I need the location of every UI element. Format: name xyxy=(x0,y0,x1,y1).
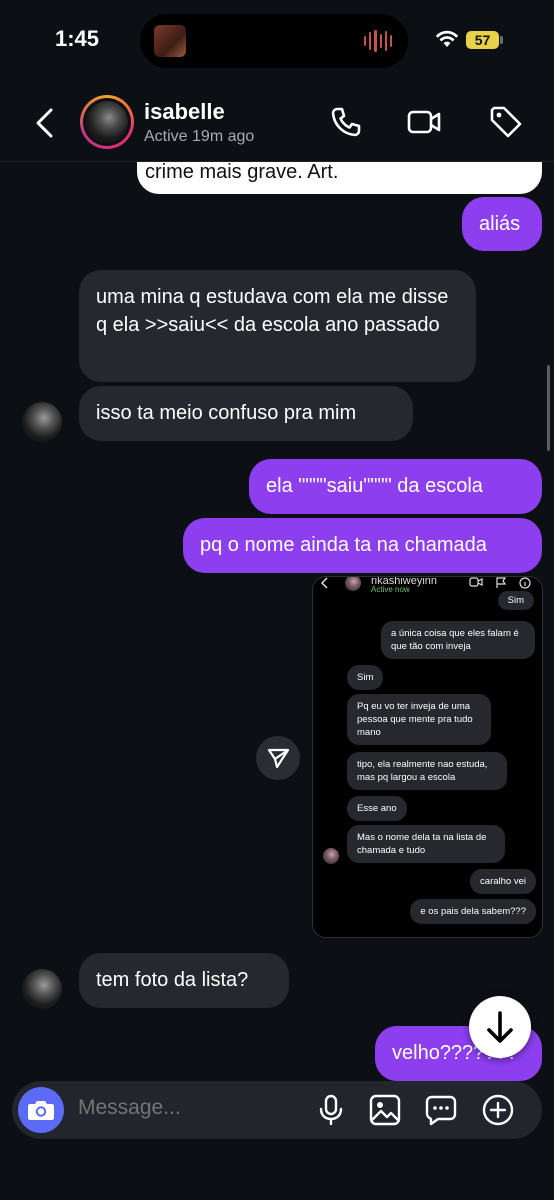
scrollbar[interactable] xyxy=(547,365,550,451)
screenshot-message-incoming: tipo, ela realmente nao estuda, mas pq l… xyxy=(347,752,507,790)
shared-screenshot[interactable]: rikashiweyinn Active now Sim a única coi… xyxy=(312,576,543,938)
plus-icon[interactable] xyxy=(481,1093,515,1127)
contact-status: Active 19m ago xyxy=(144,128,255,145)
back-chevron-icon[interactable] xyxy=(30,106,60,140)
contact-avatar[interactable] xyxy=(80,95,134,149)
scroll-to-bottom-button[interactable] xyxy=(469,996,531,1058)
avatar-ring-gap xyxy=(83,98,131,146)
quoted-reply-bubble[interactable]: crime mais grave. Art. xyxy=(137,161,542,194)
screenshot-avatar xyxy=(345,577,361,591)
message-text: pq o nome ainda ta na chamada xyxy=(200,534,487,556)
message-text: ela """"saiu"""" da escola xyxy=(266,475,483,497)
screenshot-sender-avatar xyxy=(323,848,339,864)
battery-indicator: 57 xyxy=(466,31,499,49)
share-button[interactable] xyxy=(256,736,300,780)
wifi-icon xyxy=(435,30,459,47)
screenshot-message-outgoing: caralho vei xyxy=(470,869,536,894)
screenshot-message-incoming: Esse ano xyxy=(347,796,407,821)
screenshot-message-outgoing: Sim xyxy=(497,591,534,610)
info-icon xyxy=(519,577,531,589)
message-input[interactable] xyxy=(78,1096,298,1120)
screenshot-message-incoming: Mas o nome dela ta na lista de chamada e… xyxy=(347,825,505,863)
audio-waveform-icon xyxy=(364,29,393,53)
sender-avatar[interactable] xyxy=(22,969,62,1009)
contact-name[interactable]: isabelle xyxy=(144,99,225,125)
message-outgoing[interactable]: aliás xyxy=(462,197,542,251)
message-outgoing[interactable]: ela """"saiu"""" da escola xyxy=(249,459,542,514)
dynamic-island xyxy=(140,14,408,68)
camera-button[interactable] xyxy=(18,1087,64,1133)
message-incoming[interactable]: tem foto da lista? xyxy=(79,953,289,1008)
status-time: 1:45 xyxy=(55,26,100,51)
video-camera-icon[interactable] xyxy=(406,104,442,140)
microphone-icon[interactable] xyxy=(314,1093,348,1127)
arrow-down-icon xyxy=(487,1011,513,1043)
message-composer xyxy=(12,1081,542,1139)
tag-icon[interactable] xyxy=(488,104,524,140)
message-text: isso ta meio confuso pra mim xyxy=(96,402,357,424)
message-outgoing[interactable]: pq o nome ainda ta na chamada xyxy=(183,518,542,573)
video-camera-icon xyxy=(469,577,483,587)
message-text: uma mina q estudava com ela me disse q e… xyxy=(96,286,449,336)
sticker-chat-icon[interactable] xyxy=(424,1093,458,1127)
screenshot-contact-status: Active now xyxy=(371,585,410,594)
message-incoming[interactable]: isso ta meio confuso pra mim xyxy=(79,386,413,441)
screenshot-message-incoming: Sim xyxy=(347,665,384,690)
back-chevron-icon xyxy=(320,577,328,589)
camera-icon xyxy=(28,1101,54,1120)
gallery-icon[interactable] xyxy=(368,1093,402,1127)
flag-icon xyxy=(496,577,507,588)
screenshot-message-outgoing: a única coisa que eles falam é que tão c… xyxy=(381,621,535,659)
message-text: tem foto da lista? xyxy=(96,969,249,991)
battery-nub xyxy=(500,36,503,44)
screenshot-message-incoming: Pq eu vo ter inveja de uma pessoa que me… xyxy=(347,694,491,745)
message-incoming[interactable]: uma mina q estudava com ela me disse q e… xyxy=(79,270,476,382)
message-text: aliás xyxy=(479,213,521,235)
sender-avatar[interactable] xyxy=(22,402,62,442)
now-playing-thumbnail xyxy=(154,25,186,57)
avatar-photo xyxy=(86,101,128,143)
phone-icon[interactable] xyxy=(328,104,364,140)
screenshot-message-outgoing: e os pais dela sabem??? xyxy=(410,899,536,924)
message-text: crime mais grave. Art. xyxy=(145,161,339,183)
send-arrow-icon xyxy=(267,748,290,769)
